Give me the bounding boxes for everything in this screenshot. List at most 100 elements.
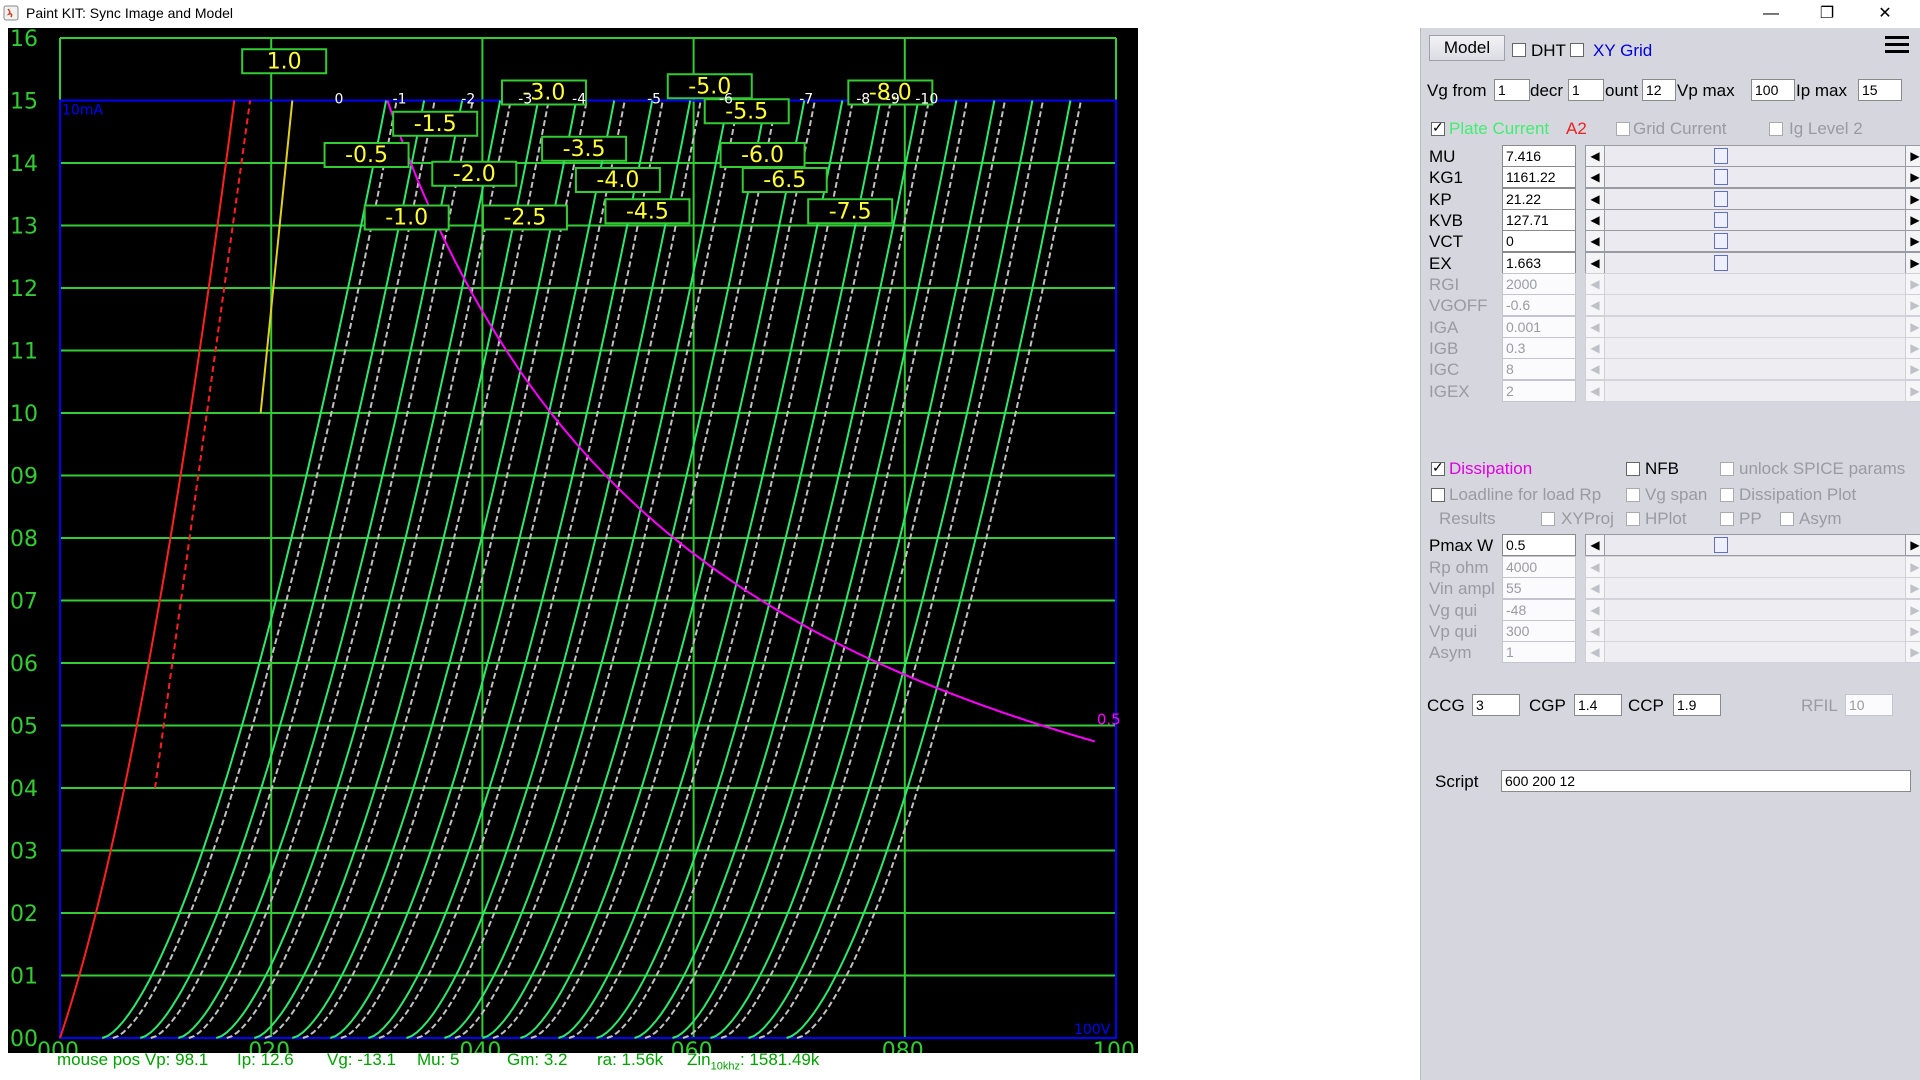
- param-ex-field[interactable]: 1.663: [1502, 251, 1576, 274]
- param-mu-slider[interactable]: ◀ ▶: [1585, 145, 1920, 167]
- load-vin-ampl-slider[interactable]: ◀ ▶: [1585, 577, 1920, 600]
- loadline-checkbox[interactable]: [1431, 488, 1445, 502]
- arrow-right-icon[interactable]: ▶: [1905, 230, 1920, 253]
- load-asym-slider[interactable]: ◀ ▶: [1585, 641, 1920, 664]
- ig-level-checkbox[interactable]: [1769, 122, 1783, 136]
- param-igc-slider[interactable]: ◀ ▶: [1585, 358, 1920, 381]
- arrow-left-icon[interactable]: ◀: [1585, 294, 1605, 317]
- slider-track[interactable]: [1605, 619, 1905, 642]
- slider-thumb[interactable]: [1714, 148, 1728, 164]
- arrow-left-icon[interactable]: ◀: [1585, 336, 1605, 359]
- hamburger-menu-icon[interactable]: [1885, 36, 1909, 60]
- param-kg1-field[interactable]: 1161.22: [1502, 166, 1576, 189]
- slider-track[interactable]: [1605, 534, 1905, 556]
- param-igb-slider[interactable]: ◀ ▶: [1585, 336, 1920, 359]
- arrow-left-icon[interactable]: ◀: [1585, 534, 1605, 556]
- model-button[interactable]: Model: [1429, 35, 1505, 61]
- param-mu-field[interactable]: 7.416: [1502, 145, 1576, 167]
- dht-checkbox[interactable]: [1512, 43, 1526, 57]
- param-ex-slider[interactable]: ◀ ▶: [1585, 251, 1920, 274]
- pp-checkbox[interactable]: [1720, 512, 1734, 526]
- arrow-right-icon[interactable]: ▶: [1905, 251, 1920, 274]
- param-kvb-field[interactable]: 127.71: [1502, 208, 1576, 231]
- arrow-right-icon[interactable]: ▶: [1905, 556, 1920, 578]
- cgp-field[interactable]: 1.4: [1574, 694, 1622, 716]
- param-igc-field[interactable]: 8: [1502, 358, 1576, 381]
- slider-track[interactable]: [1605, 315, 1905, 338]
- arrow-left-icon[interactable]: ◀: [1585, 556, 1605, 578]
- param-vct-field[interactable]: 0: [1502, 230, 1576, 253]
- load-rp-ohm-slider[interactable]: ◀ ▶: [1585, 556, 1920, 578]
- arrow-left-icon[interactable]: ◀: [1585, 577, 1605, 600]
- pmax-field[interactable]: 0.5: [1502, 534, 1576, 556]
- slider-thumb[interactable]: [1714, 190, 1728, 207]
- param-vct-slider[interactable]: ◀ ▶: [1585, 230, 1920, 253]
- arrow-right-icon[interactable]: ▶: [1905, 294, 1920, 317]
- slider-track[interactable]: [1605, 230, 1905, 253]
- load-vp-qui-slider[interactable]: ◀ ▶: [1585, 619, 1920, 642]
- param-kp-field[interactable]: 21.22: [1502, 187, 1576, 210]
- asym-checkbox[interactable]: [1780, 512, 1794, 526]
- arrow-left-icon[interactable]: ◀: [1585, 208, 1605, 231]
- load-rp-ohm-field[interactable]: 4000: [1502, 556, 1576, 578]
- ip-max-field[interactable]: 15: [1858, 79, 1902, 101]
- hplot-checkbox[interactable]: [1626, 512, 1640, 526]
- ccg-field[interactable]: 3: [1472, 694, 1520, 716]
- load-vp-qui-field[interactable]: 300: [1502, 619, 1576, 642]
- param-igb-field[interactable]: 0.3: [1502, 336, 1576, 359]
- load-asym-field[interactable]: 1: [1502, 641, 1576, 664]
- param-vgoff-field[interactable]: -0.6: [1502, 294, 1576, 317]
- xyproj-checkbox[interactable]: [1541, 512, 1555, 526]
- rfil-field[interactable]: 10: [1845, 694, 1893, 716]
- count-field[interactable]: 12: [1642, 79, 1676, 101]
- vg-span-checkbox[interactable]: [1626, 488, 1640, 502]
- slider-thumb[interactable]: [1714, 211, 1728, 228]
- slider-track[interactable]: [1605, 379, 1905, 402]
- nfb-checkbox[interactable]: [1626, 462, 1640, 476]
- slider-thumb[interactable]: [1714, 233, 1728, 250]
- minimize-button[interactable]: —: [1748, 0, 1794, 28]
- arrow-right-icon[interactable]: ▶: [1905, 273, 1920, 295]
- plate-current-checkbox[interactable]: [1431, 119, 1445, 136]
- arrow-right-icon[interactable]: ▶: [1905, 641, 1920, 664]
- slider-track[interactable]: [1605, 208, 1905, 231]
- param-kg1-slider[interactable]: ◀ ▶: [1585, 166, 1920, 189]
- vp-max-field[interactable]: 100: [1751, 79, 1795, 101]
- arrow-right-icon[interactable]: ▶: [1905, 619, 1920, 642]
- slider-track[interactable]: [1605, 577, 1905, 600]
- arrow-left-icon[interactable]: ◀: [1585, 379, 1605, 402]
- arrow-left-icon[interactable]: ◀: [1585, 315, 1605, 338]
- xygrid-checkbox[interactable]: [1570, 43, 1584, 57]
- load-vg-qui-field[interactable]: -48: [1502, 598, 1576, 621]
- slider-track[interactable]: [1605, 145, 1905, 167]
- slider-track[interactable]: [1605, 251, 1905, 274]
- slider-track[interactable]: [1605, 187, 1905, 210]
- param-kp-slider[interactable]: ◀ ▶: [1585, 187, 1920, 210]
- arrow-left-icon[interactable]: ◀: [1585, 619, 1605, 642]
- param-vgoff-slider[interactable]: ◀ ▶: [1585, 294, 1920, 317]
- plot-canvas[interactable]: 16 15 14 13 12 11 10 09 08 07 06 05 04 03 02 01 00 000 020…: [8, 28, 1138, 1053]
- ccp-field[interactable]: 1.9: [1673, 694, 1721, 716]
- arrow-right-icon[interactable]: ▶: [1905, 208, 1920, 231]
- slider-track[interactable]: [1605, 358, 1905, 381]
- arrow-left-icon[interactable]: ◀: [1585, 145, 1605, 167]
- close-button[interactable]: ✕: [1862, 0, 1908, 28]
- pmax-slider[interactable]: ◀ ▶: [1585, 534, 1920, 556]
- slider-track[interactable]: [1605, 166, 1905, 189]
- arrow-left-icon[interactable]: ◀: [1585, 187, 1605, 210]
- unlock-spice-checkbox[interactable]: [1720, 462, 1734, 476]
- tube-curves-plot[interactable]: 1615141312111009080706050403020100 000 020…: [8, 28, 1138, 1053]
- arrow-right-icon[interactable]: ▶: [1905, 379, 1920, 402]
- arrow-left-icon[interactable]: ◀: [1585, 598, 1605, 621]
- param-iga-field[interactable]: 0.001: [1502, 315, 1576, 338]
- slider-thumb[interactable]: [1714, 169, 1728, 186]
- arrow-left-icon[interactable]: ◀: [1585, 166, 1605, 189]
- decr-field[interactable]: 1: [1568, 79, 1604, 101]
- param-rgi-slider[interactable]: ◀ ▶: [1585, 273, 1920, 295]
- slider-thumb[interactable]: [1714, 254, 1728, 271]
- slider-track[interactable]: [1605, 556, 1905, 578]
- slider-track[interactable]: [1605, 273, 1905, 295]
- load-vg-qui-slider[interactable]: ◀ ▶: [1585, 598, 1920, 621]
- dissipation-checkbox[interactable]: [1431, 459, 1445, 476]
- arrow-left-icon[interactable]: ◀: [1585, 273, 1605, 295]
